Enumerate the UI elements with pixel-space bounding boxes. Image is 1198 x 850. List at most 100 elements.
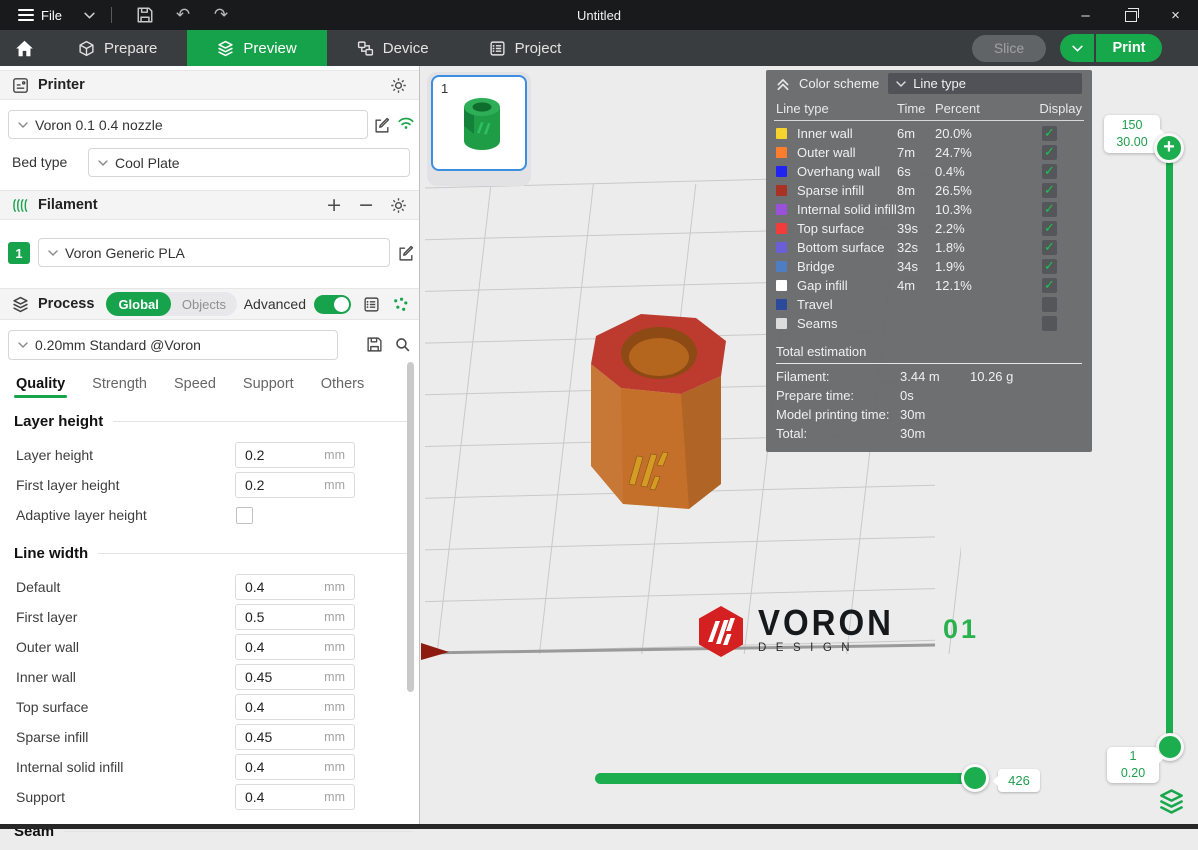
adaptive-layer-checkbox[interactable] bbox=[236, 507, 253, 524]
filament-preset-select[interactable]: Voron Generic PLA bbox=[38, 238, 390, 267]
process-section-title: Process bbox=[38, 296, 94, 312]
process-preset-select[interactable]: 0.20mm Standard @Voron bbox=[8, 330, 338, 360]
line-type-swatch bbox=[776, 223, 787, 234]
undo-button[interactable]: ↶ bbox=[166, 2, 200, 28]
save-preset-button[interactable] bbox=[366, 336, 383, 353]
total-row: Prepare time: 0s bbox=[776, 386, 1082, 405]
setting-unit: mm bbox=[324, 700, 354, 714]
layer-height-rows: Layer height 0.2 mm First layer height 0… bbox=[0, 440, 419, 500]
advanced-toggle[interactable] bbox=[314, 295, 351, 314]
main-tab[interactable]: Prepare bbox=[48, 30, 187, 66]
process-tab[interactable]: Strength bbox=[92, 376, 147, 398]
display-checkbox[interactable] bbox=[1042, 297, 1057, 312]
plate-thumbnail[interactable]: 1 bbox=[431, 75, 527, 171]
printer-settings-gear-button[interactable] bbox=[390, 77, 407, 94]
file-menu-chevron-icon[interactable] bbox=[84, 12, 95, 19]
setting-row: Internal solid infill 0.4 mm bbox=[0, 752, 419, 782]
path-slider-handle[interactable] bbox=[961, 764, 989, 792]
filament-slot-badge[interactable]: 1 bbox=[8, 242, 30, 264]
process-tab[interactable]: Support bbox=[243, 376, 294, 398]
setting-label: Sparse infill bbox=[16, 729, 235, 745]
view-mode-select[interactable]: Line type bbox=[888, 73, 1082, 94]
tab-list: Prepare Preview Device Project bbox=[48, 30, 591, 66]
redo-button[interactable]: ↷ bbox=[204, 2, 238, 28]
bed-type-select[interactable]: Cool Plate bbox=[88, 148, 410, 177]
filament-settings-gear-button[interactable] bbox=[390, 197, 407, 214]
view-mode-value: Line type bbox=[913, 76, 966, 91]
setting-value: 0.4 bbox=[236, 579, 324, 595]
add-filament-button[interactable]: + bbox=[326, 196, 342, 215]
line-type-percent: 20.0% bbox=[935, 126, 1042, 141]
setting-input[interactable]: 0.4 mm bbox=[235, 634, 355, 660]
layer-slider-track[interactable] bbox=[1166, 150, 1173, 748]
process-tab[interactable]: Others bbox=[321, 376, 365, 398]
remove-filament-button[interactable]: − bbox=[358, 196, 374, 215]
display-checkbox[interactable] bbox=[1042, 126, 1057, 141]
layer-slider-top-handle[interactable] bbox=[1154, 133, 1184, 163]
slice-button[interactable]: Slice bbox=[972, 35, 1046, 62]
home-button[interactable] bbox=[0, 30, 48, 66]
scope-global[interactable]: Global bbox=[106, 292, 170, 316]
line-type-time: 34s bbox=[897, 259, 935, 274]
setting-input[interactable]: 0.2 mm bbox=[235, 442, 355, 468]
model-3d[interactable] bbox=[571, 306, 761, 526]
filament-edit-button[interactable] bbox=[396, 243, 416, 263]
setting-label: Default bbox=[16, 579, 235, 595]
print-options-button[interactable] bbox=[1060, 34, 1096, 62]
display-checkbox[interactable] bbox=[1042, 145, 1057, 160]
printer-edit-button[interactable] bbox=[372, 115, 392, 135]
main-tab[interactable]: Device bbox=[327, 30, 459, 66]
printer-preset-select[interactable]: Voron 0.1 0.4 nozzle bbox=[8, 110, 368, 139]
layer-view-button[interactable] bbox=[1158, 788, 1185, 815]
legend-row: Top surface 39s 2.2% bbox=[766, 219, 1092, 238]
setting-input[interactable]: 0.45 mm bbox=[235, 724, 355, 750]
scope-objects[interactable]: Objects bbox=[171, 297, 237, 312]
tab-icon bbox=[357, 40, 374, 57]
process-list-button[interactable] bbox=[363, 296, 380, 313]
sidebar-scrollbar[interactable] bbox=[407, 362, 414, 692]
display-checkbox[interactable] bbox=[1042, 259, 1057, 274]
line-type-swatch bbox=[776, 147, 787, 158]
bed-type-label: Bed type bbox=[12, 154, 67, 170]
display-checkbox[interactable] bbox=[1042, 316, 1057, 331]
collapse-panel-icon[interactable] bbox=[776, 77, 790, 91]
tab-label: Device bbox=[383, 40, 429, 57]
main-tab[interactable]: Preview bbox=[187, 30, 326, 66]
process-tab[interactable]: Quality bbox=[16, 376, 65, 398]
minimize-button[interactable]: – bbox=[1063, 0, 1108, 30]
maximize-button[interactable] bbox=[1108, 0, 1153, 30]
path-slider-track[interactable] bbox=[595, 773, 985, 784]
save-button[interactable] bbox=[128, 2, 162, 28]
setting-input[interactable]: 0.4 mm bbox=[235, 694, 355, 720]
global-objects-toggle[interactable]: Global Objects bbox=[106, 292, 237, 316]
display-checkbox[interactable] bbox=[1042, 278, 1057, 293]
display-checkbox[interactable] bbox=[1042, 202, 1057, 217]
display-checkbox[interactable] bbox=[1042, 240, 1057, 255]
display-checkbox[interactable] bbox=[1042, 183, 1057, 198]
print-button[interactable]: Print bbox=[1096, 34, 1162, 62]
layers-icon bbox=[1158, 788, 1185, 815]
display-checkbox[interactable] bbox=[1042, 164, 1057, 179]
compare-presets-button[interactable] bbox=[392, 296, 409, 313]
display-checkbox[interactable] bbox=[1042, 221, 1057, 236]
file-menu-button[interactable]: File bbox=[10, 0, 70, 30]
home-icon bbox=[15, 39, 34, 58]
close-button[interactable]: × bbox=[1153, 0, 1198, 30]
settings-sidebar: Printer Voron 0.1 0.4 nozzle Bed type Co… bbox=[0, 66, 420, 829]
line-type-time: 7m bbox=[897, 145, 935, 160]
setting-value: 0.4 bbox=[236, 699, 324, 715]
setting-input[interactable]: 0.4 mm bbox=[235, 784, 355, 810]
voron-logo-subtext: DESIGN bbox=[758, 642, 894, 654]
main-tab[interactable]: Project bbox=[459, 30, 592, 66]
search-settings-button[interactable] bbox=[394, 336, 411, 353]
process-tab[interactable]: Speed bbox=[174, 376, 216, 398]
setting-input[interactable]: 0.2 mm bbox=[235, 472, 355, 498]
legend-row: Seams bbox=[766, 314, 1092, 333]
setting-input[interactable]: 0.45 mm bbox=[235, 664, 355, 690]
setting-input[interactable]: 0.4 mm bbox=[235, 574, 355, 600]
wifi-icon[interactable] bbox=[397, 116, 415, 130]
setting-input[interactable]: 0.4 mm bbox=[235, 754, 355, 780]
line-type-name: Sparse infill bbox=[797, 183, 897, 198]
preview-viewport[interactable]: 1 bbox=[421, 66, 1198, 829]
setting-input[interactable]: 0.5 mm bbox=[235, 604, 355, 630]
